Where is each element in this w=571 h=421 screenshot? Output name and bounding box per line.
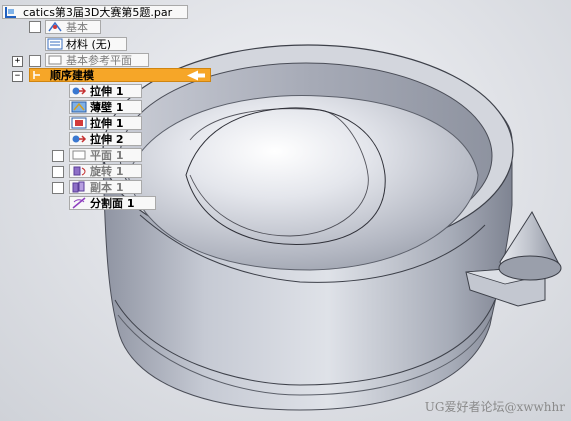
part-file-icon [4, 6, 20, 18]
plane-icon [71, 149, 87, 161]
tree-item-material[interactable]: 材料 (无) [45, 37, 127, 51]
tree-item-extrude-1[interactable]: 拉伸 1 [69, 84, 142, 98]
tree-item-thin-wall-1[interactable]: 薄壁 1 [69, 100, 142, 114]
tree-item-base[interactable]: 基本 [45, 20, 101, 34]
tree-item-ref-planes[interactable]: 基本参考平面 [45, 53, 149, 67]
thin-wall-icon [71, 101, 87, 113]
split-face-icon [71, 197, 87, 209]
visibility-checkbox-base[interactable] [29, 21, 41, 33]
watermark-text: UG爱好者论坛@xwwhhr [424, 400, 565, 414]
visibility-checkbox-ref-planes[interactable] [29, 55, 41, 67]
tree-item-copy-1[interactable]: 副本 1 [69, 180, 142, 194]
visibility-checkbox-copy-1[interactable] [52, 182, 64, 194]
feature-tree: catics第3届3D大赛第5题.par 基本 材料 (无) + 基本参考平面 … [0, 0, 240, 215]
cone-base [498, 255, 562, 281]
expand-ref-planes[interactable]: + [12, 56, 23, 67]
material-icon [47, 38, 63, 50]
root-label: catics第3届3D大赛第5题.par [23, 6, 173, 19]
tree-item-extrude-2[interactable]: 拉伸 2 [69, 132, 142, 146]
visibility-checkbox-plane-1[interactable] [52, 150, 64, 162]
cut-extrude-icon [71, 117, 87, 129]
visibility-checkbox-revolve-1[interactable] [52, 166, 64, 178]
collapse-ordered-modeling[interactable]: − [12, 71, 23, 82]
base-feature-icon [47, 21, 63, 33]
tree-item-ordered-modeling[interactable]: 顺序建模 [29, 68, 211, 82]
copy-icon [71, 181, 87, 193]
tree-item-split-face-1[interactable]: 分割面 1 [69, 196, 156, 210]
tree-root-part[interactable]: catics第3届3D大赛第5题.par [2, 5, 188, 19]
extrude-icon [71, 85, 87, 97]
revolve-icon [71, 165, 87, 177]
tree-item-plane-1[interactable]: 平面 1 [69, 148, 142, 162]
ordered-modeling-icon [31, 69, 47, 81]
tree-item-extrude-cut-1[interactable]: 拉伸 1 [69, 116, 142, 130]
ref-plane-icon [47, 54, 63, 66]
tree-item-revolve-1[interactable]: 旋转 1 [69, 164, 142, 178]
extrude-icon [71, 133, 87, 145]
insertion-arrow-icon [186, 70, 206, 84]
